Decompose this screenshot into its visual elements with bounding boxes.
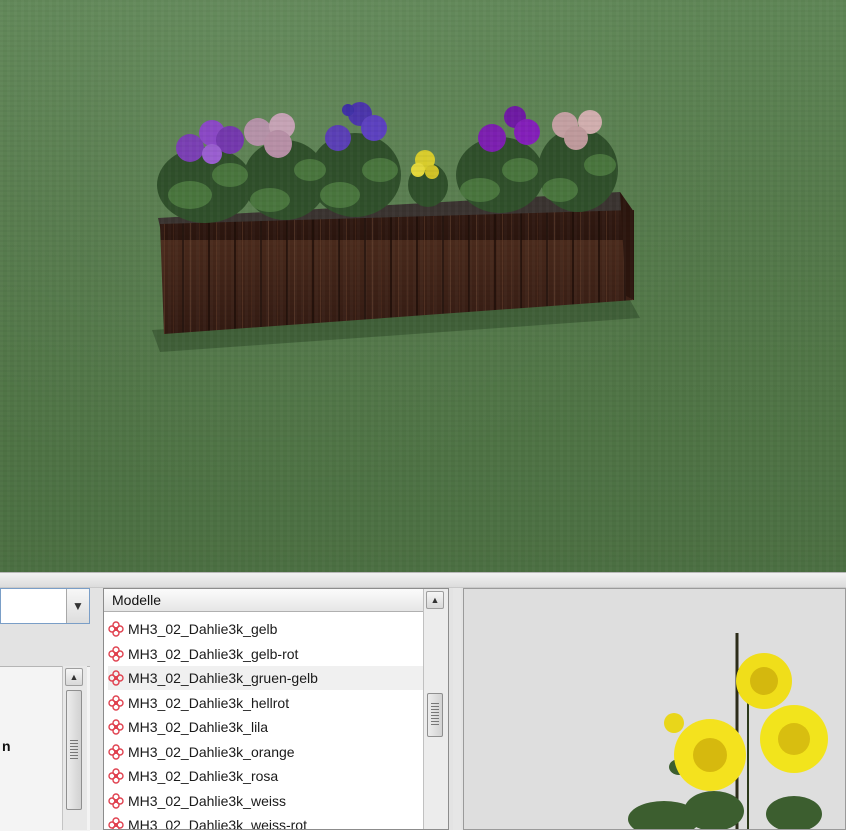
panel-divider[interactable] bbox=[453, 588, 461, 830]
flower-icon bbox=[108, 694, 124, 711]
model-list-item[interactable]: MH3_02_Dahlie3k_lila bbox=[108, 715, 426, 739]
model-list-item-label: MH3_02_Dahlie3k_rosa bbox=[128, 768, 279, 784]
dahlia-preview-image bbox=[628, 633, 828, 829]
model-list-item[interactable]: MH3_02_Dahlie3k_gelb-rot bbox=[108, 642, 426, 666]
model-list-item[interactable]: MH3_02_Dahlie3k_orange bbox=[108, 740, 426, 764]
flower-icon bbox=[108, 645, 124, 662]
flower-icon bbox=[108, 719, 124, 735]
model-list-item-label: MH3_02_Dahlie3k_gruen-gelb bbox=[128, 670, 318, 686]
model-list-item-label: MH3_02_Dahlie3k_weiss-rot bbox=[128, 817, 307, 830]
flower-icon bbox=[108, 621, 124, 637]
models-header[interactable]: Modelle bbox=[104, 589, 448, 612]
model-list-item-label: MH3_02_Dahlie3k_gelb bbox=[128, 621, 278, 637]
model-list-item-label: MH3_02_Dahlie3k_gelb-rot bbox=[128, 645, 299, 662]
scroll-up-arrow[interactable]: ▲ bbox=[426, 591, 444, 609]
flower-icon bbox=[108, 670, 124, 686]
bottom-panel: ▼ n ▲ Modelle MH3_02_Dahlie3k_gelb MH3_02… bbox=[0, 588, 846, 831]
model-list-item[interactable]: MH3_02_Dahlie3k_hellrot bbox=[108, 691, 426, 715]
dropdown-button[interactable]: ▼ bbox=[66, 589, 89, 623]
panel-splitter[interactable] bbox=[0, 572, 846, 588]
scroll-thumb[interactable] bbox=[427, 693, 443, 737]
chevron-down-icon: ▼ bbox=[72, 599, 84, 613]
category-label-partial: n bbox=[2, 738, 11, 754]
flower-icon bbox=[108, 817, 124, 829]
models-list[interactable]: Modelle MH3_02_Dahlie3k_gelb MH3_02_Dahli… bbox=[103, 588, 449, 830]
model-preview bbox=[463, 588, 846, 830]
scroll-thumb[interactable] bbox=[66, 690, 82, 810]
model-list-item[interactable]: MH3_02_Dahlie3k_gruen-gelb bbox=[108, 666, 426, 690]
model-list-item-label: MH3_02_Dahlie3k_orange bbox=[128, 743, 295, 760]
scroll-up-arrow[interactable]: ▲ bbox=[65, 668, 83, 686]
3d-viewport[interactable] bbox=[0, 0, 846, 572]
model-list-item[interactable]: MH3_02_Dahlie3k_gelb bbox=[108, 617, 426, 641]
model-list-item[interactable]: MH3_02_Dahlie3k_weiss-rot bbox=[108, 813, 426, 830]
flower-icon bbox=[108, 743, 124, 760]
model-list-item-label: MH3_02_Dahlie3k_weiss bbox=[128, 792, 286, 809]
model-list-item-label: MH3_02_Dahlie3k_lila bbox=[128, 719, 269, 735]
category-combobox[interactable]: ▼ bbox=[0, 588, 90, 624]
model-list-item[interactable]: MH3_02_Dahlie3k_rosa bbox=[108, 764, 426, 788]
models-scrollbar[interactable]: ▲ bbox=[423, 589, 448, 829]
model-list-item[interactable]: MH3_02_Dahlie3k_weiss bbox=[108, 789, 426, 813]
category-scrollbar[interactable]: ▲ bbox=[62, 666, 87, 830]
flower-box-scene[interactable] bbox=[0, 0, 846, 572]
flower-icon bbox=[108, 768, 124, 784]
model-list-item-label: MH3_02_Dahlie3k_hellrot bbox=[128, 694, 290, 711]
flower-icon bbox=[108, 792, 124, 809]
